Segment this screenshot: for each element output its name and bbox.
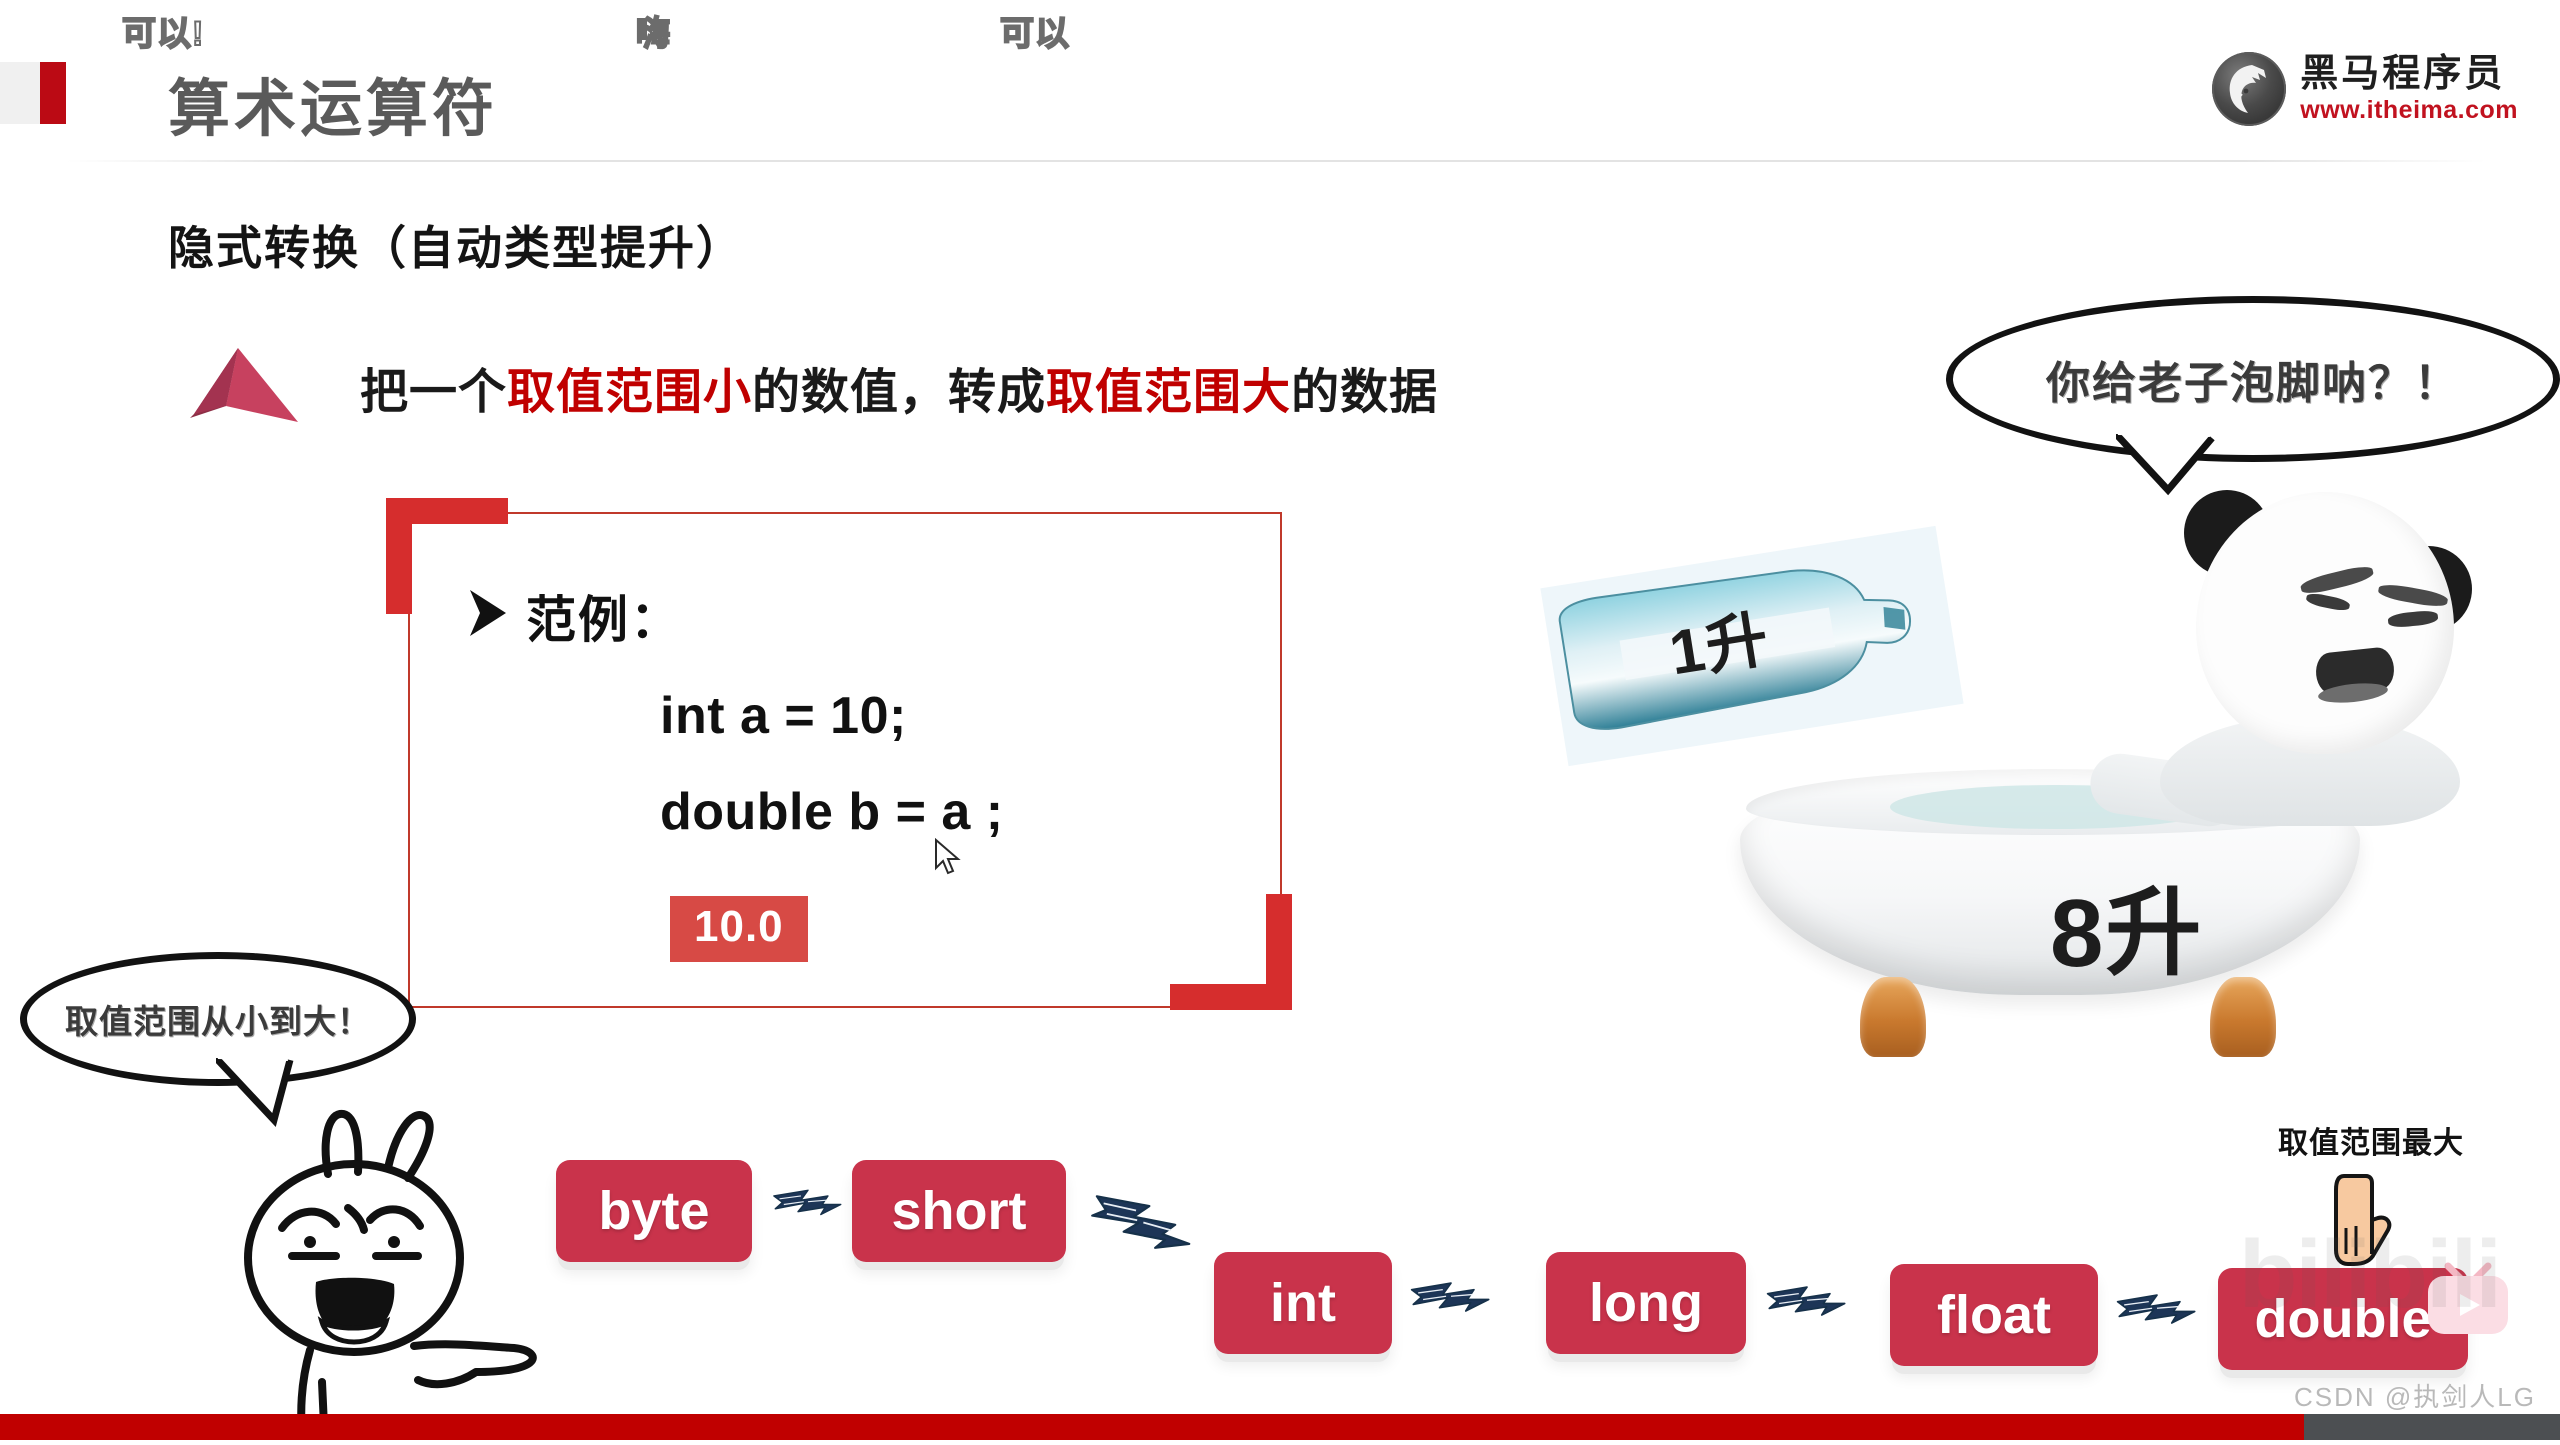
- mouse-cursor-icon: [934, 837, 964, 883]
- card-corner-bottom-right-v: [1266, 894, 1292, 1010]
- card-corner-top-left-v: [386, 498, 412, 614]
- lead-highlight-1: 取值范围小: [507, 366, 753, 419]
- rabbit-bubble-text: 取值范围从小到大！: [65, 1003, 371, 1040]
- rabbit-pointing-meme-icon: [236, 1096, 566, 1440]
- tub-foot-right: [2210, 977, 2276, 1057]
- code-line-2: double b = a ;: [660, 783, 1004, 841]
- triangle-bullet-icon: [190, 348, 302, 431]
- water-bottle-image: 1升: [1540, 525, 1964, 767]
- type-chip-long: long: [1546, 1252, 1746, 1354]
- chevron-right-bullet-icon: [466, 588, 512, 643]
- panda-bubble-text: 你给老子泡脚呐？！: [2046, 359, 2460, 408]
- sketch-arrow-right-icon: [2116, 1290, 2198, 1338]
- tub-capacity-label: 8升: [2050, 880, 2204, 987]
- section-subheading: 隐式转换（自动类型提升）: [168, 222, 744, 274]
- page-title: 算术运算符: [168, 75, 499, 144]
- video-progress-played[interactable]: [0, 1414, 2304, 1440]
- max-range-label: 取值范围最大: [2278, 1127, 2464, 1160]
- brand-logo: 黑马程序员 www.itheima.com: [2212, 52, 2518, 126]
- tub-foot-left: [1860, 977, 1926, 1057]
- title-accent-red: [40, 62, 66, 124]
- panda-eye-right: [2387, 609, 2439, 629]
- sketch-arrow-right-icon: [1766, 1282, 1848, 1330]
- danmaku-comment: 可以: [999, 14, 1070, 54]
- bottle-capacity-label: 1升: [1664, 604, 1775, 689]
- slide-canvas: 可以! 嗨 可以 算术运算符 黑马程序员 www.itheima.com 隐式转换（…: [0, 0, 2560, 1440]
- danmaku-comment: 可以!: [121, 14, 205, 54]
- horse-head-circle-icon: [2212, 52, 2287, 126]
- type-chip-int: int: [1214, 1252, 1392, 1354]
- sketch-arrow-right-icon: [1410, 1278, 1492, 1326]
- panda-brow-left: [2299, 563, 2375, 597]
- code-line-1: int a = 10;: [660, 687, 907, 745]
- lead-statement: 把一个取值范围小的数值，转成取值范围大的数据: [360, 352, 1438, 422]
- logo-url: www.itheima.com: [2300, 96, 2518, 124]
- type-chip-short: short: [852, 1160, 1066, 1262]
- lead-part-2: 的数值，转成: [752, 366, 1047, 419]
- example-label: 范例：: [526, 592, 682, 648]
- lead-part-1: 把一个: [360, 366, 508, 419]
- panda-eye-left: [2305, 591, 2351, 613]
- csdn-attribution: CSDN @执剑人LG: [2294, 1382, 2536, 1412]
- panda-speech-bubble: 你给老子泡脚呐？！: [1946, 296, 2560, 496]
- rabbit-speech-bubble: 取值范围从小到大！: [20, 952, 416, 1127]
- bilibili-watermark: bilibili: [2238, 1221, 2502, 1328]
- sketch-arrow-right-icon: [1079, 1181, 1204, 1277]
- lead-part-3: 的数据: [1291, 366, 1439, 419]
- type-chip-float: float: [1890, 1264, 2098, 1366]
- header-divider: [66, 160, 2486, 162]
- sketch-arrow-right-icon: [772, 1186, 844, 1228]
- video-progress-track[interactable]: [0, 1414, 2560, 1440]
- panda-brow-right: [2377, 582, 2449, 609]
- danmaku-comment: 嗨: [635, 14, 671, 54]
- logo-name: 黑马程序员: [2300, 53, 2506, 95]
- lead-highlight-2: 取值范围大: [1046, 366, 1292, 419]
- result-badge: 10.0: [670, 896, 808, 962]
- type-chip-byte: byte: [556, 1160, 752, 1262]
